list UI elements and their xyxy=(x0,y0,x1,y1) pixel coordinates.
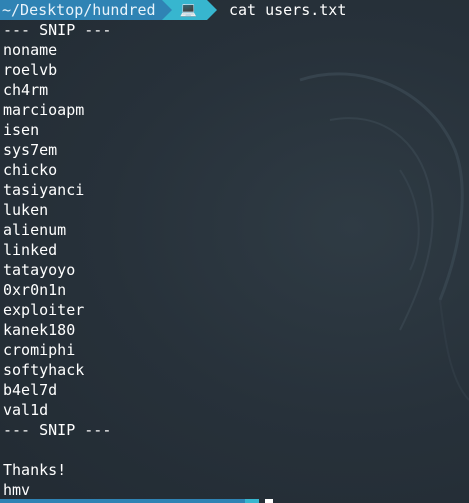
output-line: 0xr0n1n xyxy=(3,281,67,299)
output-line: kanek180 xyxy=(3,321,76,339)
output-line: chicko xyxy=(3,161,58,179)
terminal-icon: 💻 xyxy=(179,2,197,18)
output-line: linked xyxy=(3,241,58,259)
output-line: tasiyanci xyxy=(3,181,85,199)
output-line: b4el7d xyxy=(3,381,58,399)
output-line: Thanks! xyxy=(3,461,67,479)
command-output: --- SNIP --- noname roelvb ch4rm marcioapm is… xyxy=(3,20,111,500)
output-line: val1d xyxy=(3,401,49,419)
output-line: roelvb xyxy=(3,61,58,79)
next-prompt-path-segment xyxy=(0,499,245,503)
text-cursor xyxy=(265,499,273,503)
shell-prompt: ~/Desktop/hundred 💻 cat users.txt xyxy=(0,0,469,20)
prompt-separator-arrow xyxy=(161,0,172,20)
prompt-path: ~/Desktop/hundred xyxy=(2,1,156,19)
command-text: cat users.txt xyxy=(228,1,347,19)
next-prompt-icon-segment xyxy=(245,499,259,503)
output-line: cromiphi xyxy=(3,341,76,359)
output-line: sys7em xyxy=(3,141,58,159)
output-line: luken xyxy=(3,201,49,219)
output-line: alienum xyxy=(3,221,67,239)
output-line: --- SNIP --- xyxy=(3,21,112,39)
output-line: marcioapm xyxy=(3,101,85,119)
prompt-separator-arrow-2 xyxy=(206,0,217,20)
terminal-window[interactable]: ~/Desktop/hundred 💻 cat users.txt --- SN… xyxy=(0,0,469,503)
output-line: noname xyxy=(3,41,58,59)
output-line: softyhack xyxy=(3,361,85,379)
output-line: ch4rm xyxy=(3,81,49,99)
output-line: isen xyxy=(3,121,40,139)
output-line: exploiter xyxy=(3,301,85,319)
output-line: hmv xyxy=(3,481,31,499)
output-line: tatayoyo xyxy=(3,261,76,279)
output-line: --- SNIP --- xyxy=(3,421,112,439)
prompt-icon-segment: 💻 xyxy=(171,0,207,20)
prompt-path-segment: ~/Desktop/hundred xyxy=(0,0,162,20)
